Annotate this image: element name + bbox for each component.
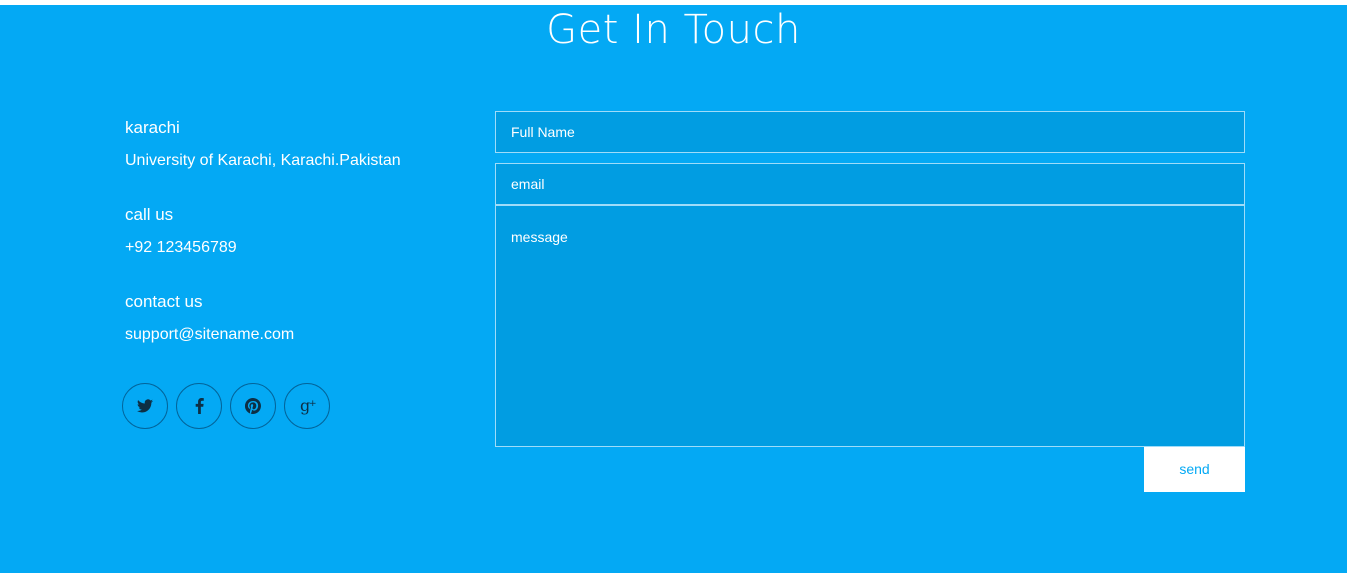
phone-number: +92 123456789	[125, 239, 237, 256]
get-in-touch-section: Get In Touch karachi University of Karac…	[0, 5, 1347, 573]
pinterest-link[interactable]	[230, 383, 276, 429]
send-button[interactable]: send	[1144, 447, 1245, 492]
social-links: g +	[122, 383, 330, 429]
phone-heading: call us	[125, 205, 174, 224]
location-heading: karachi	[125, 118, 180, 137]
section-title: Get In Touch	[546, 7, 801, 53]
phone-block: call us +92 123456789	[125, 205, 465, 292]
location-block: karachi University of Karachi, Karachi.P…	[125, 118, 465, 205]
facebook-link[interactable]	[176, 383, 222, 429]
contact-info: karachi University of Karachi, Karachi.P…	[125, 118, 465, 379]
twitter-icon	[137, 399, 153, 413]
email-address: support@sitename.com	[125, 326, 295, 343]
twitter-link[interactable]	[122, 383, 168, 429]
full-name-input[interactable]: Full Name	[495, 111, 1245, 153]
facebook-icon	[195, 398, 204, 414]
email-heading: contact us	[125, 292, 203, 311]
location-address: University of Karachi, Karachi.Pakistan	[125, 152, 401, 169]
pinterest-icon	[245, 398, 261, 414]
email-input[interactable]: email	[495, 163, 1245, 205]
svg-text:+: +	[309, 399, 316, 409]
google-plus-icon: g +	[300, 397, 316, 415]
google-plus-link[interactable]: g +	[284, 383, 330, 429]
message-textarea[interactable]: message	[495, 205, 1245, 447]
email-block: contact us support@sitename.com	[125, 292, 465, 379]
